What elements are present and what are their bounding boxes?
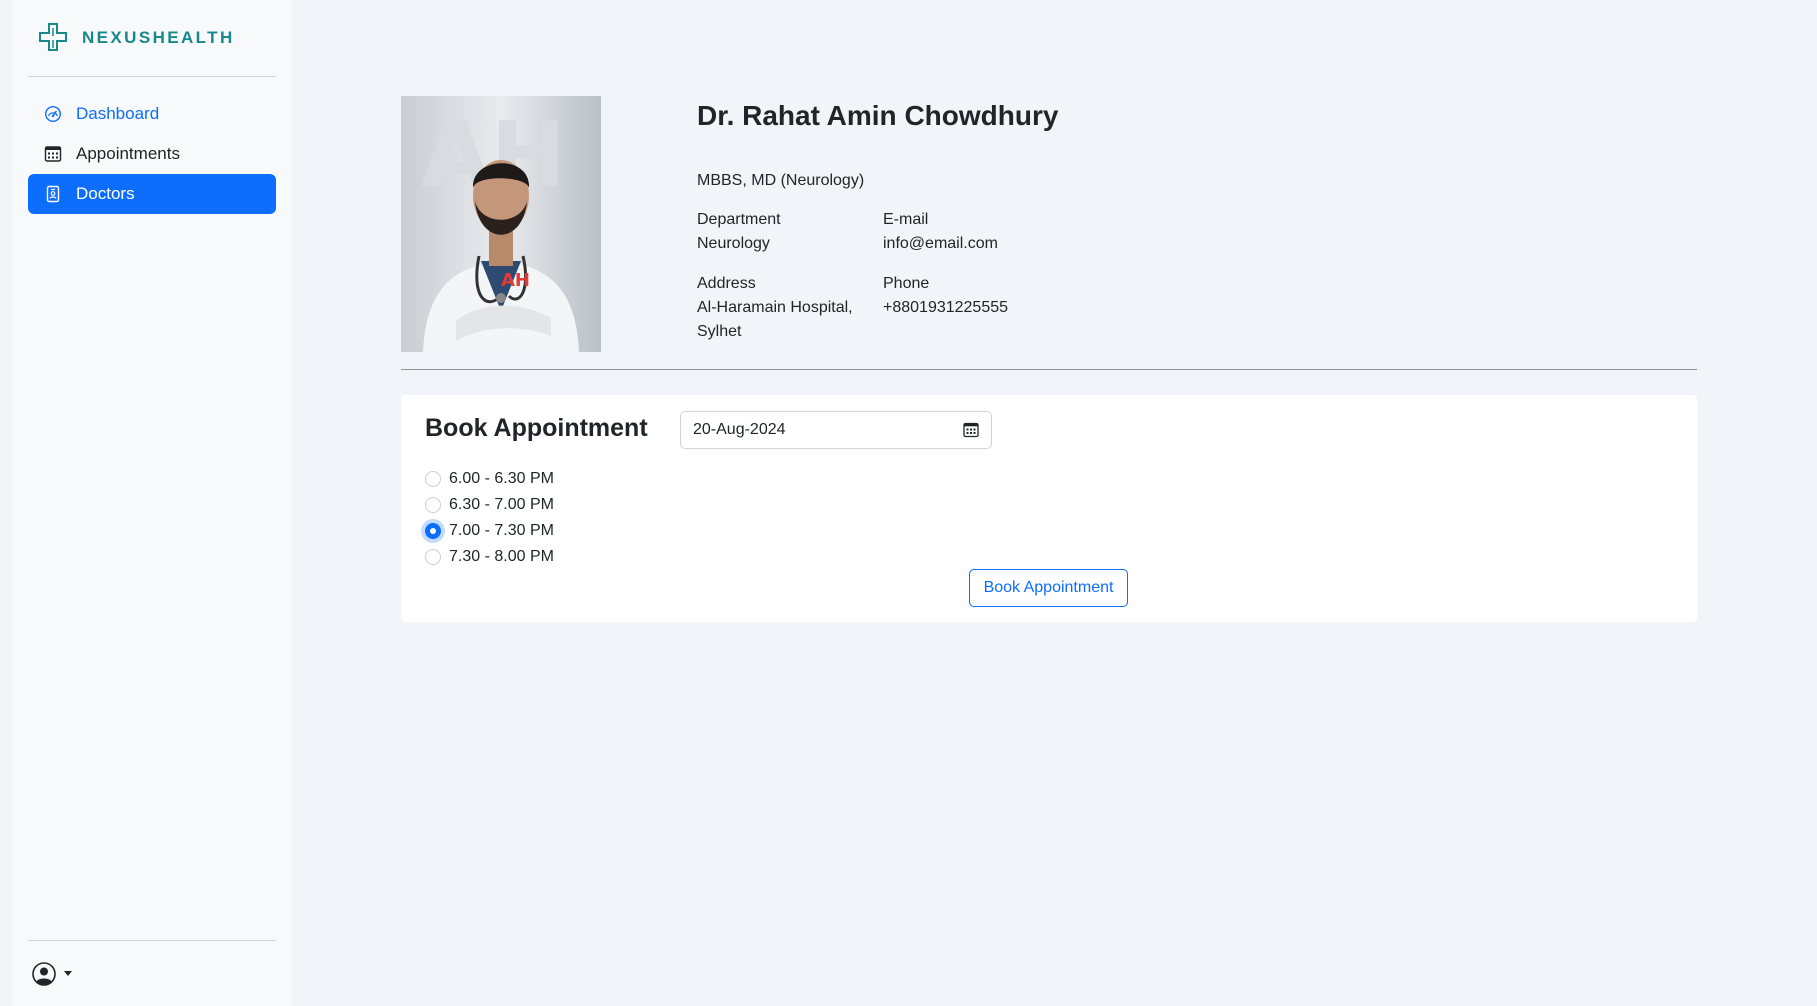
sidebar-item-label: Dashboard	[76, 104, 160, 123]
phone-label: Phone	[883, 275, 930, 292]
sidebar-item-doctors[interactable]: Doctors	[28, 174, 276, 214]
sidebar: NEXUSHEALTH Dashboard Appointments Docto…	[12, 0, 292, 1006]
department-value: Neurology	[697, 235, 770, 252]
address-label: Address	[697, 275, 756, 292]
time-slot-option[interactable]: 6.30 - 7.00 PM	[425, 492, 554, 518]
doctor-profile: AH AH Dr. Rahat Amin Chowdhury MBBS, MD …	[401, 96, 1697, 370]
sidebar-nav: Dashboard Appointments Doctors	[28, 94, 276, 214]
email-block: E-mail info@email.com	[883, 208, 1083, 256]
calendar-icon[interactable]	[963, 422, 979, 438]
doctor-photo: AH AH	[401, 96, 601, 352]
brand-name: NEXUSHEALTH	[82, 28, 235, 47]
sidebar-footer	[28, 940, 276, 1006]
department-block: Department Neurology	[697, 208, 883, 256]
time-slot-label: 6.00 - 6.30 PM	[449, 470, 554, 487]
doctor-info: Dr. Rahat Amin Chowdhury MBBS, MD (Neuro…	[697, 96, 1083, 344]
sidebar-item-dashboard[interactable]: Dashboard	[28, 94, 276, 134]
user-avatar-icon	[32, 961, 56, 986]
time-slot-label: 6.30 - 7.00 PM	[449, 496, 554, 513]
address-block: Address Al-Haramain Hospital, Sylhet	[697, 272, 883, 344]
speedometer-icon	[44, 105, 62, 123]
user-menu-button[interactable]	[32, 961, 72, 986]
time-slot-label: 7.30 - 8.00 PM	[449, 548, 554, 565]
book-appointment-button[interactable]: Book Appointment	[969, 569, 1128, 607]
date-picker-input[interactable]: 20-Aug-2024	[680, 411, 992, 449]
booking-title: Book Appointment	[425, 414, 648, 442]
doctor-degree: MBBS, MD (Neurology)	[697, 172, 865, 189]
time-slot-option[interactable]: 6.00 - 6.30 PM	[425, 466, 554, 492]
address-line-1: Al-Haramain Hospital,	[697, 299, 853, 316]
section-divider	[401, 369, 1697, 370]
sidebar-item-label: Appointments	[76, 144, 180, 163]
doctor-name: Dr. Rahat Amin Chowdhury	[697, 100, 1059, 131]
email-value: info@email.com	[883, 235, 998, 252]
radio-button[interactable]	[425, 497, 441, 513]
doctor-details: Department Neurology E-mail info@email.c…	[697, 208, 1083, 344]
left-edge	[0, 0, 12, 1006]
phone-block: Phone +8801931225555	[883, 272, 1083, 344]
booking-card: Book Appointment 20-Aug-2024 6.00 - 6.30…	[401, 395, 1697, 622]
time-slot-option[interactable]: 7.00 - 7.30 PM	[425, 518, 554, 544]
brand-logo[interactable]: NEXUSHEALTH	[28, 0, 276, 77]
time-slot-label: 7.00 - 7.30 PM	[449, 522, 554, 539]
calendar-grid-icon	[44, 145, 62, 163]
time-slot-option[interactable]: 7.30 - 8.00 PM	[425, 544, 554, 570]
chevron-down-icon	[64, 971, 72, 976]
radio-button-selected[interactable]	[425, 523, 441, 539]
radio-button[interactable]	[425, 549, 441, 565]
phone-value: +8801931225555	[883, 299, 1009, 316]
date-value: 20-Aug-2024	[693, 421, 786, 438]
time-slot-list: 6.00 - 6.30 PM 6.30 - 7.00 PM 7.00 - 7.3…	[425, 466, 554, 570]
email-label: E-mail	[883, 211, 929, 228]
person-badge-icon	[44, 185, 62, 203]
sidebar-item-appointments[interactable]: Appointments	[28, 134, 276, 174]
photo-badge: AH	[501, 270, 530, 291]
medical-cross-icon	[39, 23, 67, 51]
radio-button[interactable]	[425, 471, 441, 487]
address-line-2: Sylhet	[697, 323, 742, 340]
department-label: Department	[697, 211, 781, 228]
sidebar-item-label: Doctors	[76, 184, 135, 203]
